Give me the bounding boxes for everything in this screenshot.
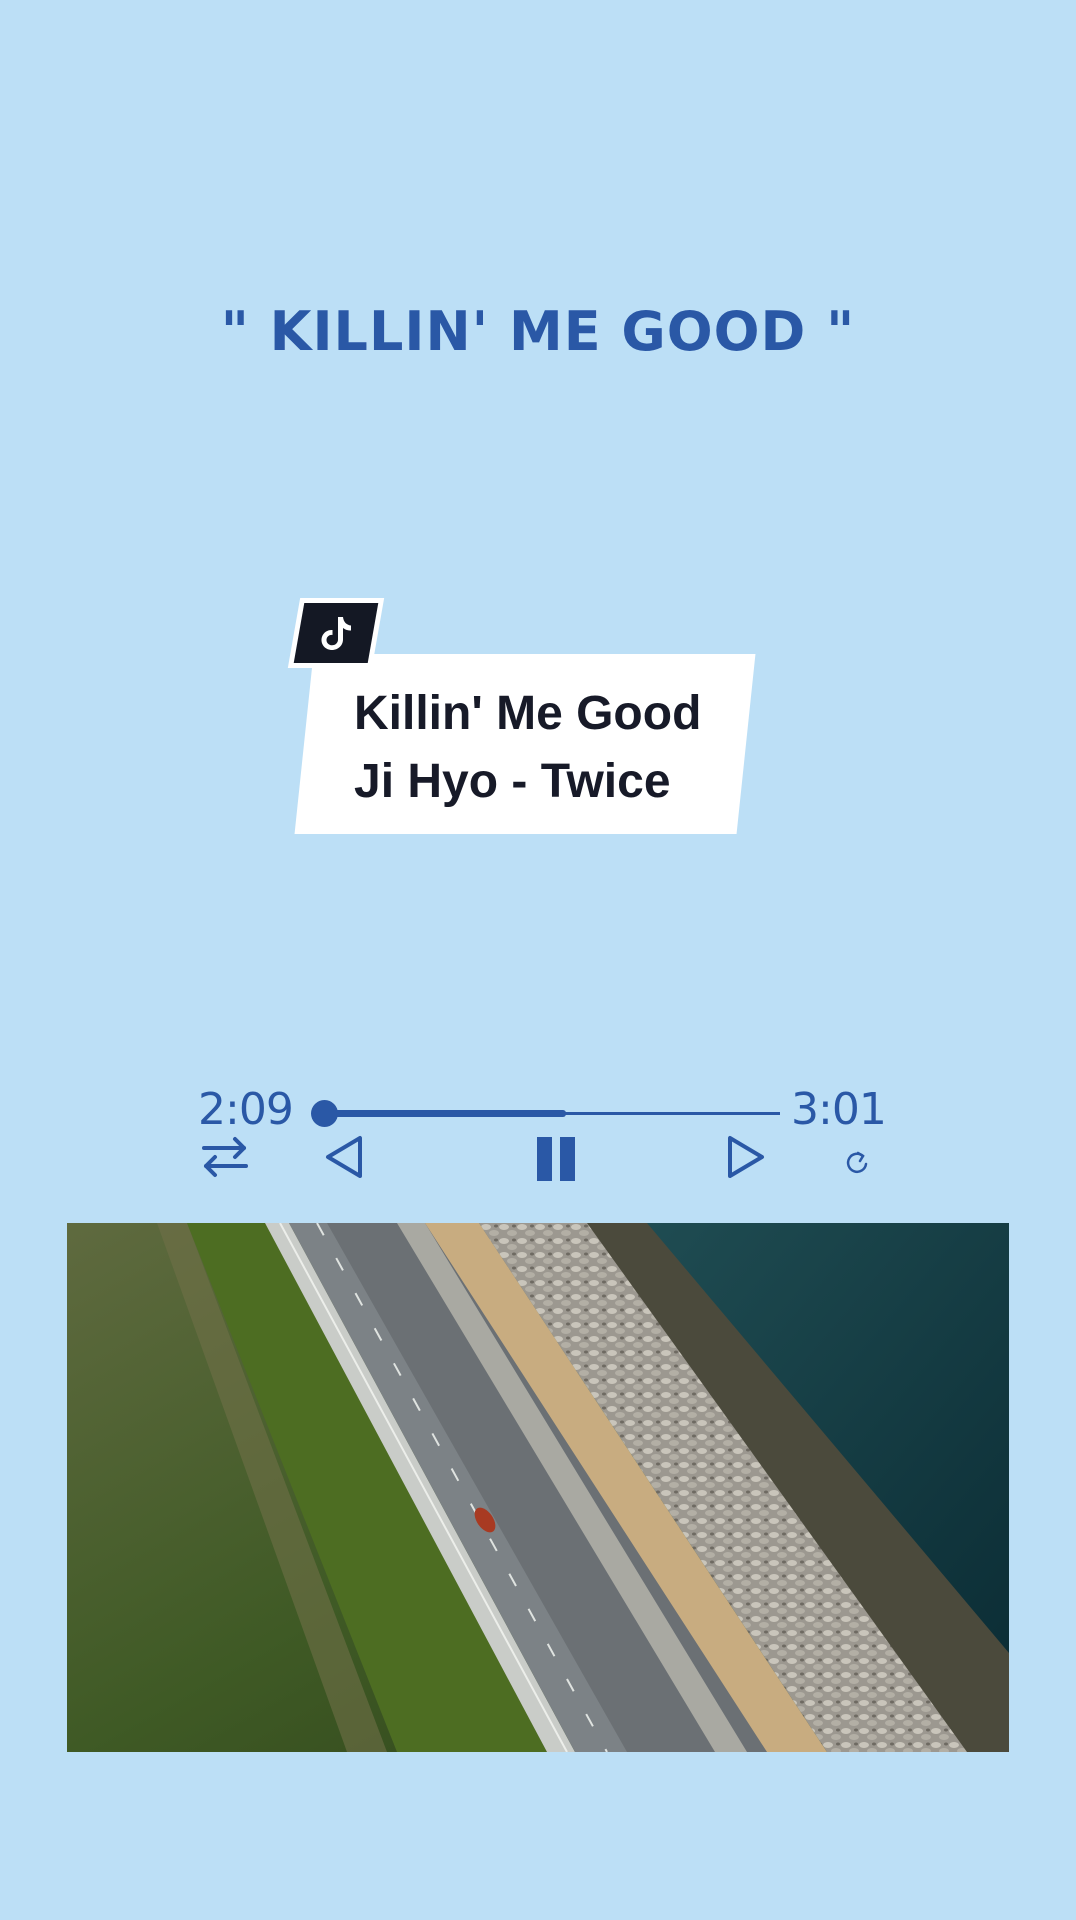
replay-button[interactable] (842, 1148, 872, 1178)
previous-button[interactable] (322, 1132, 366, 1182)
song-title: Killin' Me Good (354, 687, 702, 740)
aerial-road-video (67, 1223, 1009, 1752)
total-time: 3:01 (791, 1084, 887, 1135)
tiktok-icon (321, 617, 351, 650)
progress-knob[interactable] (311, 1100, 338, 1127)
next-button[interactable] (724, 1132, 768, 1182)
tiktok-badge (287, 598, 385, 668)
pause-icon (537, 1137, 575, 1181)
repeat-icon (202, 1137, 248, 1177)
video-player[interactable] (67, 1223, 1009, 1752)
repeat-button[interactable] (198, 1134, 252, 1180)
headline-title: " KILLIN' ME GOOD " (220, 300, 856, 363)
elapsed-time: 2:09 (198, 1084, 294, 1135)
progress-buffer (324, 1110, 566, 1117)
pause-button[interactable] (533, 1134, 579, 1184)
song-artist: Ji Hyo - Twice (354, 755, 671, 808)
progress-track[interactable] (311, 1100, 780, 1127)
song-card: Killin' Me Good Ji Hyo - Twice (287, 598, 760, 836)
next-icon (728, 1136, 764, 1178)
previous-icon (326, 1136, 362, 1178)
replay-icon (846, 1151, 868, 1173)
